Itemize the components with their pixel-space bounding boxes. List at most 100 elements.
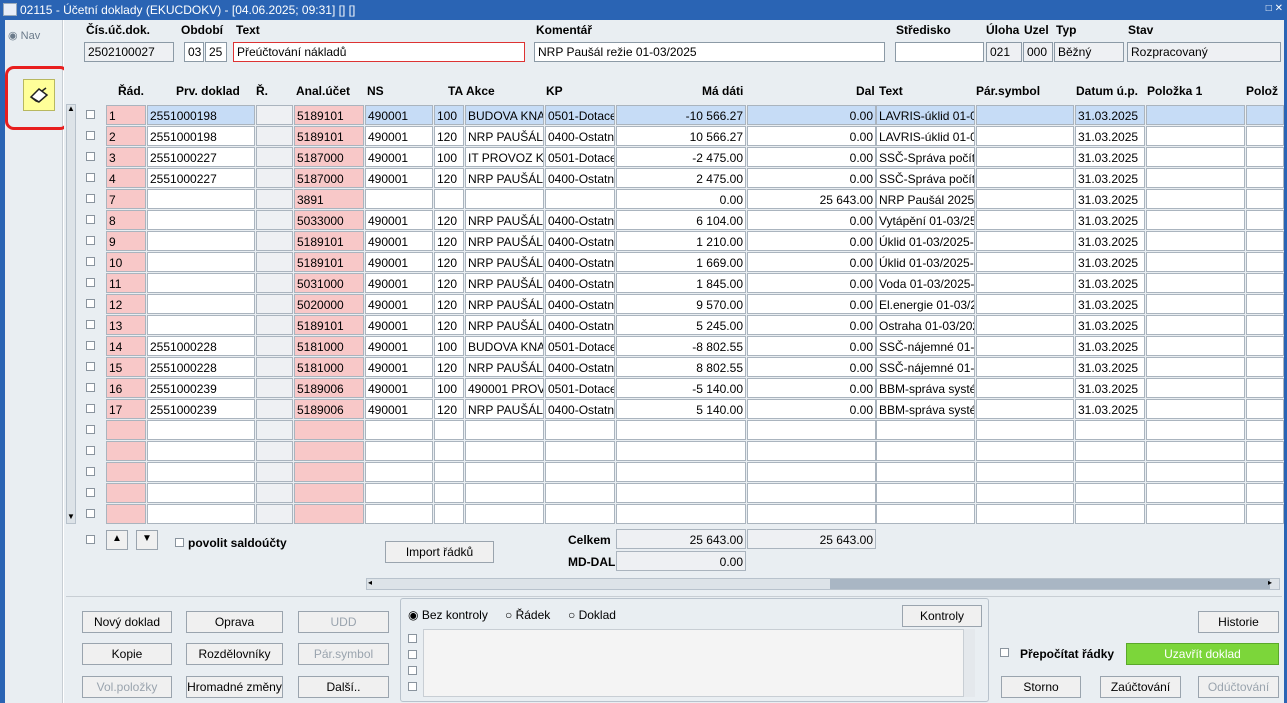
cell-akce[interactable]: NRP PAUŠÁL: [465, 210, 544, 230]
row-checkbox[interactable]: [86, 509, 95, 518]
dalsi-button[interactable]: Další..: [298, 676, 389, 698]
cell-anal-ucet[interactable]: 5189101: [294, 126, 364, 146]
cell-datum[interactable]: 31.03.2025: [1075, 273, 1145, 293]
cell-ma-dati[interactable]: 1 845.00: [616, 273, 746, 293]
empty-cell[interactable]: [294, 462, 364, 482]
cell-r[interactable]: [256, 378, 293, 398]
scroll-down-icon[interactable]: ▼: [66, 512, 76, 524]
cell-kp[interactable]: 0400-Ostatní: [545, 273, 615, 293]
cell-ma-dati[interactable]: 5 140.00: [616, 399, 746, 419]
cell-ma-dati[interactable]: 1 669.00: [616, 252, 746, 272]
hdr-akce[interactable]: Akce: [466, 84, 495, 98]
cell-polozka1[interactable]: [1146, 336, 1245, 356]
cis-field[interactable]: 2502100027: [84, 42, 174, 62]
cell-ma-dati[interactable]: 5 245.00: [616, 315, 746, 335]
cell-kp[interactable]: 0400-Ostatní: [545, 126, 615, 146]
cell-ta[interactable]: 100: [434, 147, 464, 167]
cell-r[interactable]: [256, 126, 293, 146]
kontroly-button[interactable]: Kontroly: [902, 605, 982, 627]
cell-ma-dati[interactable]: -10 566.27: [616, 105, 746, 125]
cell-kp[interactable]: 0400-Ostatní: [545, 210, 615, 230]
cell-datum[interactable]: 31.03.2025: [1075, 189, 1145, 209]
cell-prv-doklad[interactable]: 2551000198: [147, 126, 255, 146]
vertical-scrollbar[interactable]: [66, 104, 76, 524]
cell-ns[interactable]: 490001: [365, 378, 433, 398]
cell-polozka1[interactable]: [1146, 273, 1245, 293]
cell-ns[interactable]: 490001: [365, 147, 433, 167]
empty-cell[interactable]: [876, 420, 975, 440]
cell-prv-doklad[interactable]: [147, 189, 255, 209]
cell-prv-doklad[interactable]: 2551000239: [147, 399, 255, 419]
historie-button[interactable]: Historie: [1198, 611, 1279, 633]
empty-cell[interactable]: [747, 483, 876, 503]
empty-cell[interactable]: [434, 504, 464, 524]
empty-cell[interactable]: [147, 420, 255, 440]
hromadne-zmeny-button[interactable]: Hromadné změny: [186, 676, 283, 698]
cell-datum[interactable]: 31.03.2025: [1075, 168, 1145, 188]
cell-akce[interactable]: BUDOVA KNAV: [465, 105, 544, 125]
empty-cell[interactable]: [1146, 483, 1245, 503]
empty-cell[interactable]: [1246, 462, 1284, 482]
row-checkbox[interactable]: [86, 152, 95, 161]
empty-cell[interactable]: [976, 504, 1074, 524]
oprava-button[interactable]: Oprava: [186, 611, 283, 633]
cell-datum[interactable]: 31.03.2025: [1075, 231, 1145, 251]
cell-rad[interactable]: 8: [106, 210, 146, 230]
cell-prv-doklad[interactable]: [147, 294, 255, 314]
empty-cell[interactable]: [616, 441, 746, 461]
import-rows-button[interactable]: Import řádků: [385, 541, 494, 563]
empty-cell[interactable]: [1075, 462, 1145, 482]
cell-ta[interactable]: 120: [434, 357, 464, 377]
hdr-ma-dati[interactable]: Má dáti: [702, 84, 743, 98]
prepocitat-checkbox[interactable]: [1000, 648, 1009, 657]
cell-prv-doklad[interactable]: 2551000228: [147, 357, 255, 377]
hdr-dal[interactable]: Dal: [856, 84, 875, 98]
empty-cell[interactable]: [365, 462, 433, 482]
hdr-prv-doklad[interactable]: Prv. doklad: [176, 84, 240, 98]
cell-polozka1[interactable]: [1146, 189, 1245, 209]
empty-cell[interactable]: [876, 483, 975, 503]
cell-rad[interactable]: 7: [106, 189, 146, 209]
cell-prv-doklad[interactable]: [147, 315, 255, 335]
empty-cell[interactable]: [1246, 441, 1284, 461]
povolit-checkbox[interactable]: [175, 538, 184, 547]
stredisko-field[interactable]: [895, 42, 984, 62]
cell-datum[interactable]: 31.03.2025: [1075, 147, 1145, 167]
empty-cell[interactable]: [1146, 504, 1245, 524]
cell-par-symbol[interactable]: [976, 147, 1074, 167]
cell-dal[interactable]: 0.00: [747, 252, 876, 272]
empty-cell[interactable]: [365, 420, 433, 440]
par-symbol-button[interactable]: Pár.symbol: [298, 643, 389, 665]
row-checkbox[interactable]: [86, 299, 95, 308]
cell-rad[interactable]: 13: [106, 315, 146, 335]
stav-field[interactable]: Rozpracovaný: [1127, 42, 1281, 62]
cell-ta[interactable]: 120: [434, 315, 464, 335]
cell-dal[interactable]: 0.00: [747, 273, 876, 293]
cell-anal-ucet[interactable]: 5189101: [294, 105, 364, 125]
row-checkbox[interactable]: [86, 467, 95, 476]
udd-button[interactable]: UDD: [298, 611, 389, 633]
cell-r[interactable]: [256, 210, 293, 230]
cell-ta[interactable]: 120: [434, 168, 464, 188]
cell-ta[interactable]: 120: [434, 294, 464, 314]
cell-rad[interactable]: 10: [106, 252, 146, 272]
cell-datum[interactable]: 31.03.2025: [1075, 210, 1145, 230]
empty-cell[interactable]: [616, 504, 746, 524]
cell-akce[interactable]: NRP PAUŠÁL: [465, 399, 544, 419]
scroll-up-icon[interactable]: ▲: [66, 104, 76, 116]
cell-anal-ucet[interactable]: 5187000: [294, 147, 364, 167]
cell-text[interactable]: NRP Paušál 2025-: [876, 189, 975, 209]
empty-cell[interactable]: [434, 483, 464, 503]
cell-text[interactable]: SSČ-nájemné 01-(: [876, 357, 975, 377]
cell-datum[interactable]: 31.03.2025: [1075, 252, 1145, 272]
cell-text[interactable]: SSČ-nájemné 01-(: [876, 336, 975, 356]
cell-polozka1[interactable]: [1146, 105, 1245, 125]
empty-cell[interactable]: [147, 504, 255, 524]
cell-kp[interactable]: 0400-Ostatní: [545, 168, 615, 188]
close-document-button[interactable]: Uzavřít doklad: [1126, 643, 1279, 665]
row-checkbox[interactable]: [86, 383, 95, 392]
cell-ns[interactable]: 490001: [365, 294, 433, 314]
empty-cell[interactable]: [616, 483, 746, 503]
cell-ma-dati[interactable]: 2 475.00: [616, 168, 746, 188]
cell-kp[interactable]: 0400-Ostatní: [545, 231, 615, 251]
